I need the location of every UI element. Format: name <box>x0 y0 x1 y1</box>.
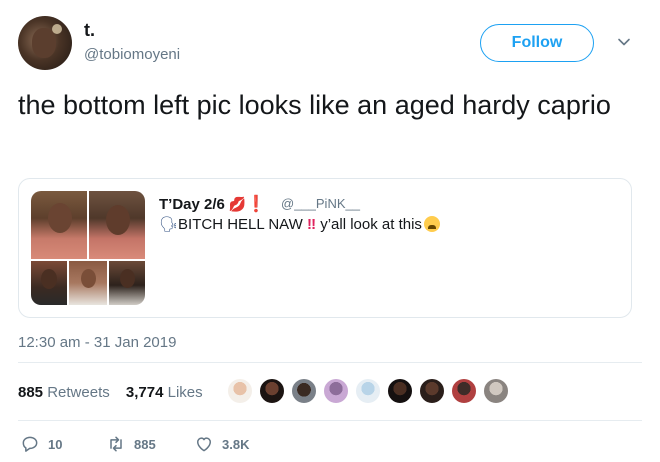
chevron-down-icon[interactable] <box>616 34 632 50</box>
retweets-count[interactable]: 885 <box>18 384 43 401</box>
retweet-button[interactable]: 885 <box>106 433 156 455</box>
reply-button[interactable]: 10 <box>20 433 62 455</box>
quoted-text: 🗣BITCH HELL NAW ‼ y’all look at this <box>159 215 440 233</box>
reply-count: 10 <box>48 436 63 452</box>
author-name[interactable]: t. <box>84 20 95 41</box>
media-thumbnail[interactable] <box>31 261 67 305</box>
liker-avatar[interactable] <box>354 377 382 405</box>
kiss-mark-icon: 💋 <box>228 196 247 212</box>
heart-icon <box>197 437 211 452</box>
reply-icon <box>22 436 38 452</box>
liker-avatars <box>226 377 516 409</box>
quoted-text-prefix: BITCH HELL NAW <box>178 216 303 233</box>
like-count: 3.8K <box>222 436 250 452</box>
speaking-head-icon: 🗣 <box>159 216 179 233</box>
double-exclamation-icon: ‼ <box>302 216 317 233</box>
liker-avatar[interactable] <box>482 377 510 405</box>
media-thumbnail[interactable] <box>109 261 145 305</box>
media-thumbnail[interactable] <box>31 191 87 259</box>
likes-count[interactable]: 3,774 <box>126 384 164 401</box>
retweet-count: 885 <box>134 436 156 452</box>
follow-button[interactable]: Follow <box>480 24 594 62</box>
media-thumbnail[interactable] <box>69 261 107 305</box>
like-button[interactable]: 3.8K <box>194 433 249 455</box>
tweet-text: the bottom left pic looks like an aged h… <box>18 90 611 120</box>
weary-face-icon <box>423 216 440 232</box>
tweet-header: t. @tobiomoyeni Follow <box>18 16 642 76</box>
quoted-author-name: T’Day 2/6 💋❗ <box>159 194 266 214</box>
divider <box>18 362 642 363</box>
exclamation-icon: ❗ <box>246 196 267 213</box>
retweets-label[interactable]: Retweets <box>47 384 110 401</box>
media-thumbnail[interactable] <box>89 191 145 259</box>
likes-label[interactable]: Likes <box>168 384 203 401</box>
liker-avatar[interactable] <box>450 377 478 405</box>
tweet-stats: 885 Retweets 3,774 Likes <box>18 384 215 401</box>
author-handle[interactable]: @tobiomoyeni <box>84 46 180 63</box>
quoted-text-suffix: y’all look at this <box>316 216 422 233</box>
quoted-name-text: T’Day 2/6 <box>159 196 225 213</box>
quoted-tweet[interactable]: T’Day 2/6 💋❗ @___PiNK__ 🗣BITCH HELL NAW ‼… <box>18 178 632 318</box>
quoted-media[interactable] <box>31 191 145 305</box>
tweet-timestamp[interactable]: 12:30 am - 31 Jan 2019 <box>18 334 176 351</box>
liker-avatar[interactable] <box>290 377 318 405</box>
retweet-icon <box>110 436 122 452</box>
liker-avatar[interactable] <box>386 377 414 405</box>
liker-avatar[interactable] <box>226 377 254 405</box>
tweet-actions: 10 885 3.8K <box>18 433 638 455</box>
liker-avatar[interactable] <box>322 377 350 405</box>
author-avatar[interactable] <box>18 16 72 70</box>
quoted-author-handle: @___PiNK__ <box>281 196 360 211</box>
divider <box>18 420 642 421</box>
liker-avatar[interactable] <box>418 377 446 405</box>
liker-avatar[interactable] <box>258 377 286 405</box>
